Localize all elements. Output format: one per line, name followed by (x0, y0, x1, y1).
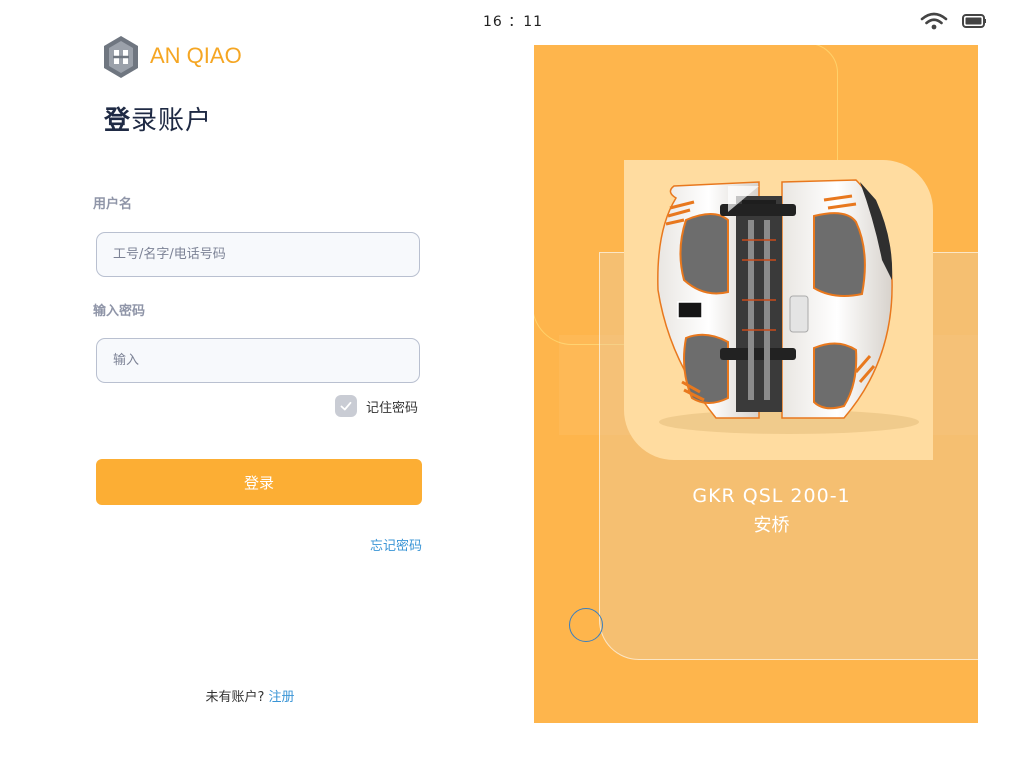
carousel-dot-button[interactable] (569, 608, 603, 642)
robot-image (657, 179, 919, 434)
product-brand: 安桥 (753, 515, 790, 536)
product-image-card (624, 160, 933, 460)
page-title: 登录账户 (104, 100, 212, 137)
check-icon (340, 401, 352, 411)
login-button[interactable]: 登录 (96, 459, 422, 505)
page-title-bold: 登 (104, 106, 132, 136)
no-account-text: 未有账户? (205, 690, 265, 705)
remember-checkbox[interactable] (335, 395, 357, 417)
remember-password-toggle[interactable]: 记住密码 (335, 395, 418, 417)
password-label: 输入密码 (93, 304, 146, 319)
password-field-wrapper (96, 338, 420, 383)
register-link[interactable]: 注册 (269, 690, 295, 705)
product-name: GKR QSL 200-1 (692, 485, 851, 507)
battery-icon (962, 14, 986, 28)
password-input[interactable] (97, 339, 419, 382)
brand-name: AN QIAO (150, 43, 242, 68)
wifi-icon (920, 12, 948, 30)
register-row: 未有账户? 注册 (150, 686, 350, 705)
logo-icon (104, 36, 138, 78)
username-label: 用户名 (93, 197, 133, 212)
status-time: 16 ：11 (482, 14, 544, 30)
product-showcase-panel: GKR QSL 200-1 安桥 (534, 45, 978, 723)
remember-label: 记住密码 (366, 400, 419, 416)
forgot-password-link[interactable]: 忘记密码 (340, 535, 422, 554)
username-field-wrapper (96, 232, 420, 277)
page-title-rest: 录账户 (131, 106, 213, 136)
username-input[interactable] (97, 233, 419, 276)
